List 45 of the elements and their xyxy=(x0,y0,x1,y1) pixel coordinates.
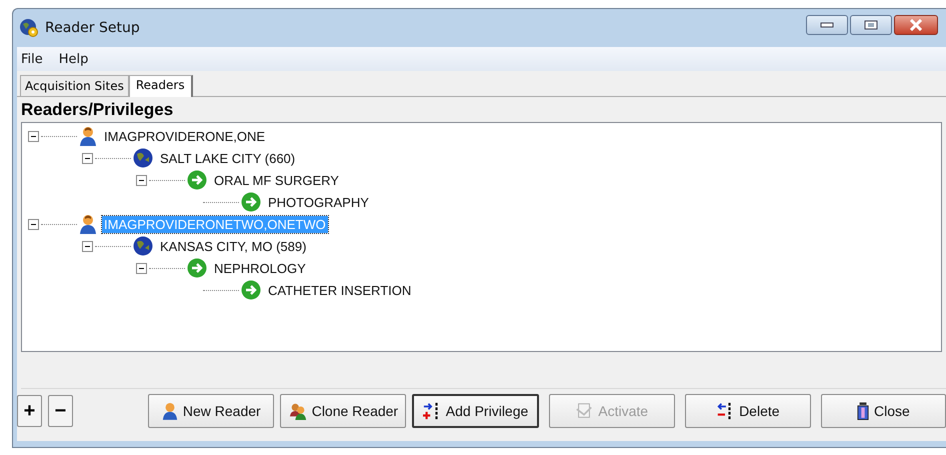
document-check-icon xyxy=(575,402,594,420)
close-button[interactable] xyxy=(894,15,938,35)
arrow-circle-icon xyxy=(241,192,261,212)
close-button[interactable]: Close xyxy=(820,394,946,428)
delete-button[interactable]: Delete xyxy=(684,394,811,428)
arrow-circle-icon xyxy=(241,280,261,300)
person-icon xyxy=(79,126,97,146)
tree-item[interactable]: NEPHROLOGY xyxy=(212,260,308,276)
section-heading: Readers/Privileges xyxy=(21,99,174,121)
new-button[interactable]: New Reader xyxy=(148,394,274,428)
tree-item[interactable]: SALT LAKE CITY (660) xyxy=(158,150,298,166)
globe-icon xyxy=(133,236,153,256)
clone-button[interactable]: Clone Reader xyxy=(280,394,406,428)
menu-item[interactable]: Help xyxy=(58,52,88,66)
tab[interactable]: Acquisition Sites xyxy=(20,75,129,96)
window-title: Reader Setup xyxy=(45,20,140,36)
collapse-icon[interactable] xyxy=(28,130,39,142)
tree-item[interactable]: CATHETER INSERTION xyxy=(266,282,414,298)
collapse-icon[interactable] xyxy=(82,152,93,164)
add-button[interactable]: Add Privilege xyxy=(412,394,539,428)
tree-item[interactable]: KANSAS CITY, MO (589) xyxy=(158,238,308,254)
expand-all-button[interactable]: + xyxy=(17,395,42,427)
collapse-icon[interactable] xyxy=(82,240,93,252)
close-icon xyxy=(909,19,923,31)
collapse-icon[interactable] xyxy=(136,262,147,274)
menu-item[interactable]: File xyxy=(21,52,43,66)
minimize-icon xyxy=(820,22,834,28)
collapse-icon[interactable] xyxy=(136,174,147,186)
person-icon xyxy=(79,214,97,234)
arrow-circle-icon xyxy=(187,170,207,190)
door-icon xyxy=(857,402,870,420)
tab[interactable]: Readers xyxy=(128,75,193,97)
collapse-icon[interactable] xyxy=(28,218,39,230)
maximize-button[interactable] xyxy=(850,15,892,35)
globe-gear-icon xyxy=(19,18,39,38)
tree-item[interactable]: IMAGPROVIDERONE,ONE xyxy=(102,128,268,144)
arrow-circle-icon xyxy=(187,258,207,278)
globe-icon xyxy=(133,148,153,168)
minimize-button[interactable] xyxy=(806,15,848,35)
collapse-all-button[interactable]: − xyxy=(48,395,73,427)
person-icon xyxy=(162,402,178,420)
tree-item[interactable]: ORAL MF SURGERY xyxy=(212,172,341,188)
tree-item[interactable]: PHOTOGRAPHY xyxy=(266,194,371,210)
two-people-icon xyxy=(288,402,307,420)
maximize-icon xyxy=(864,20,878,30)
